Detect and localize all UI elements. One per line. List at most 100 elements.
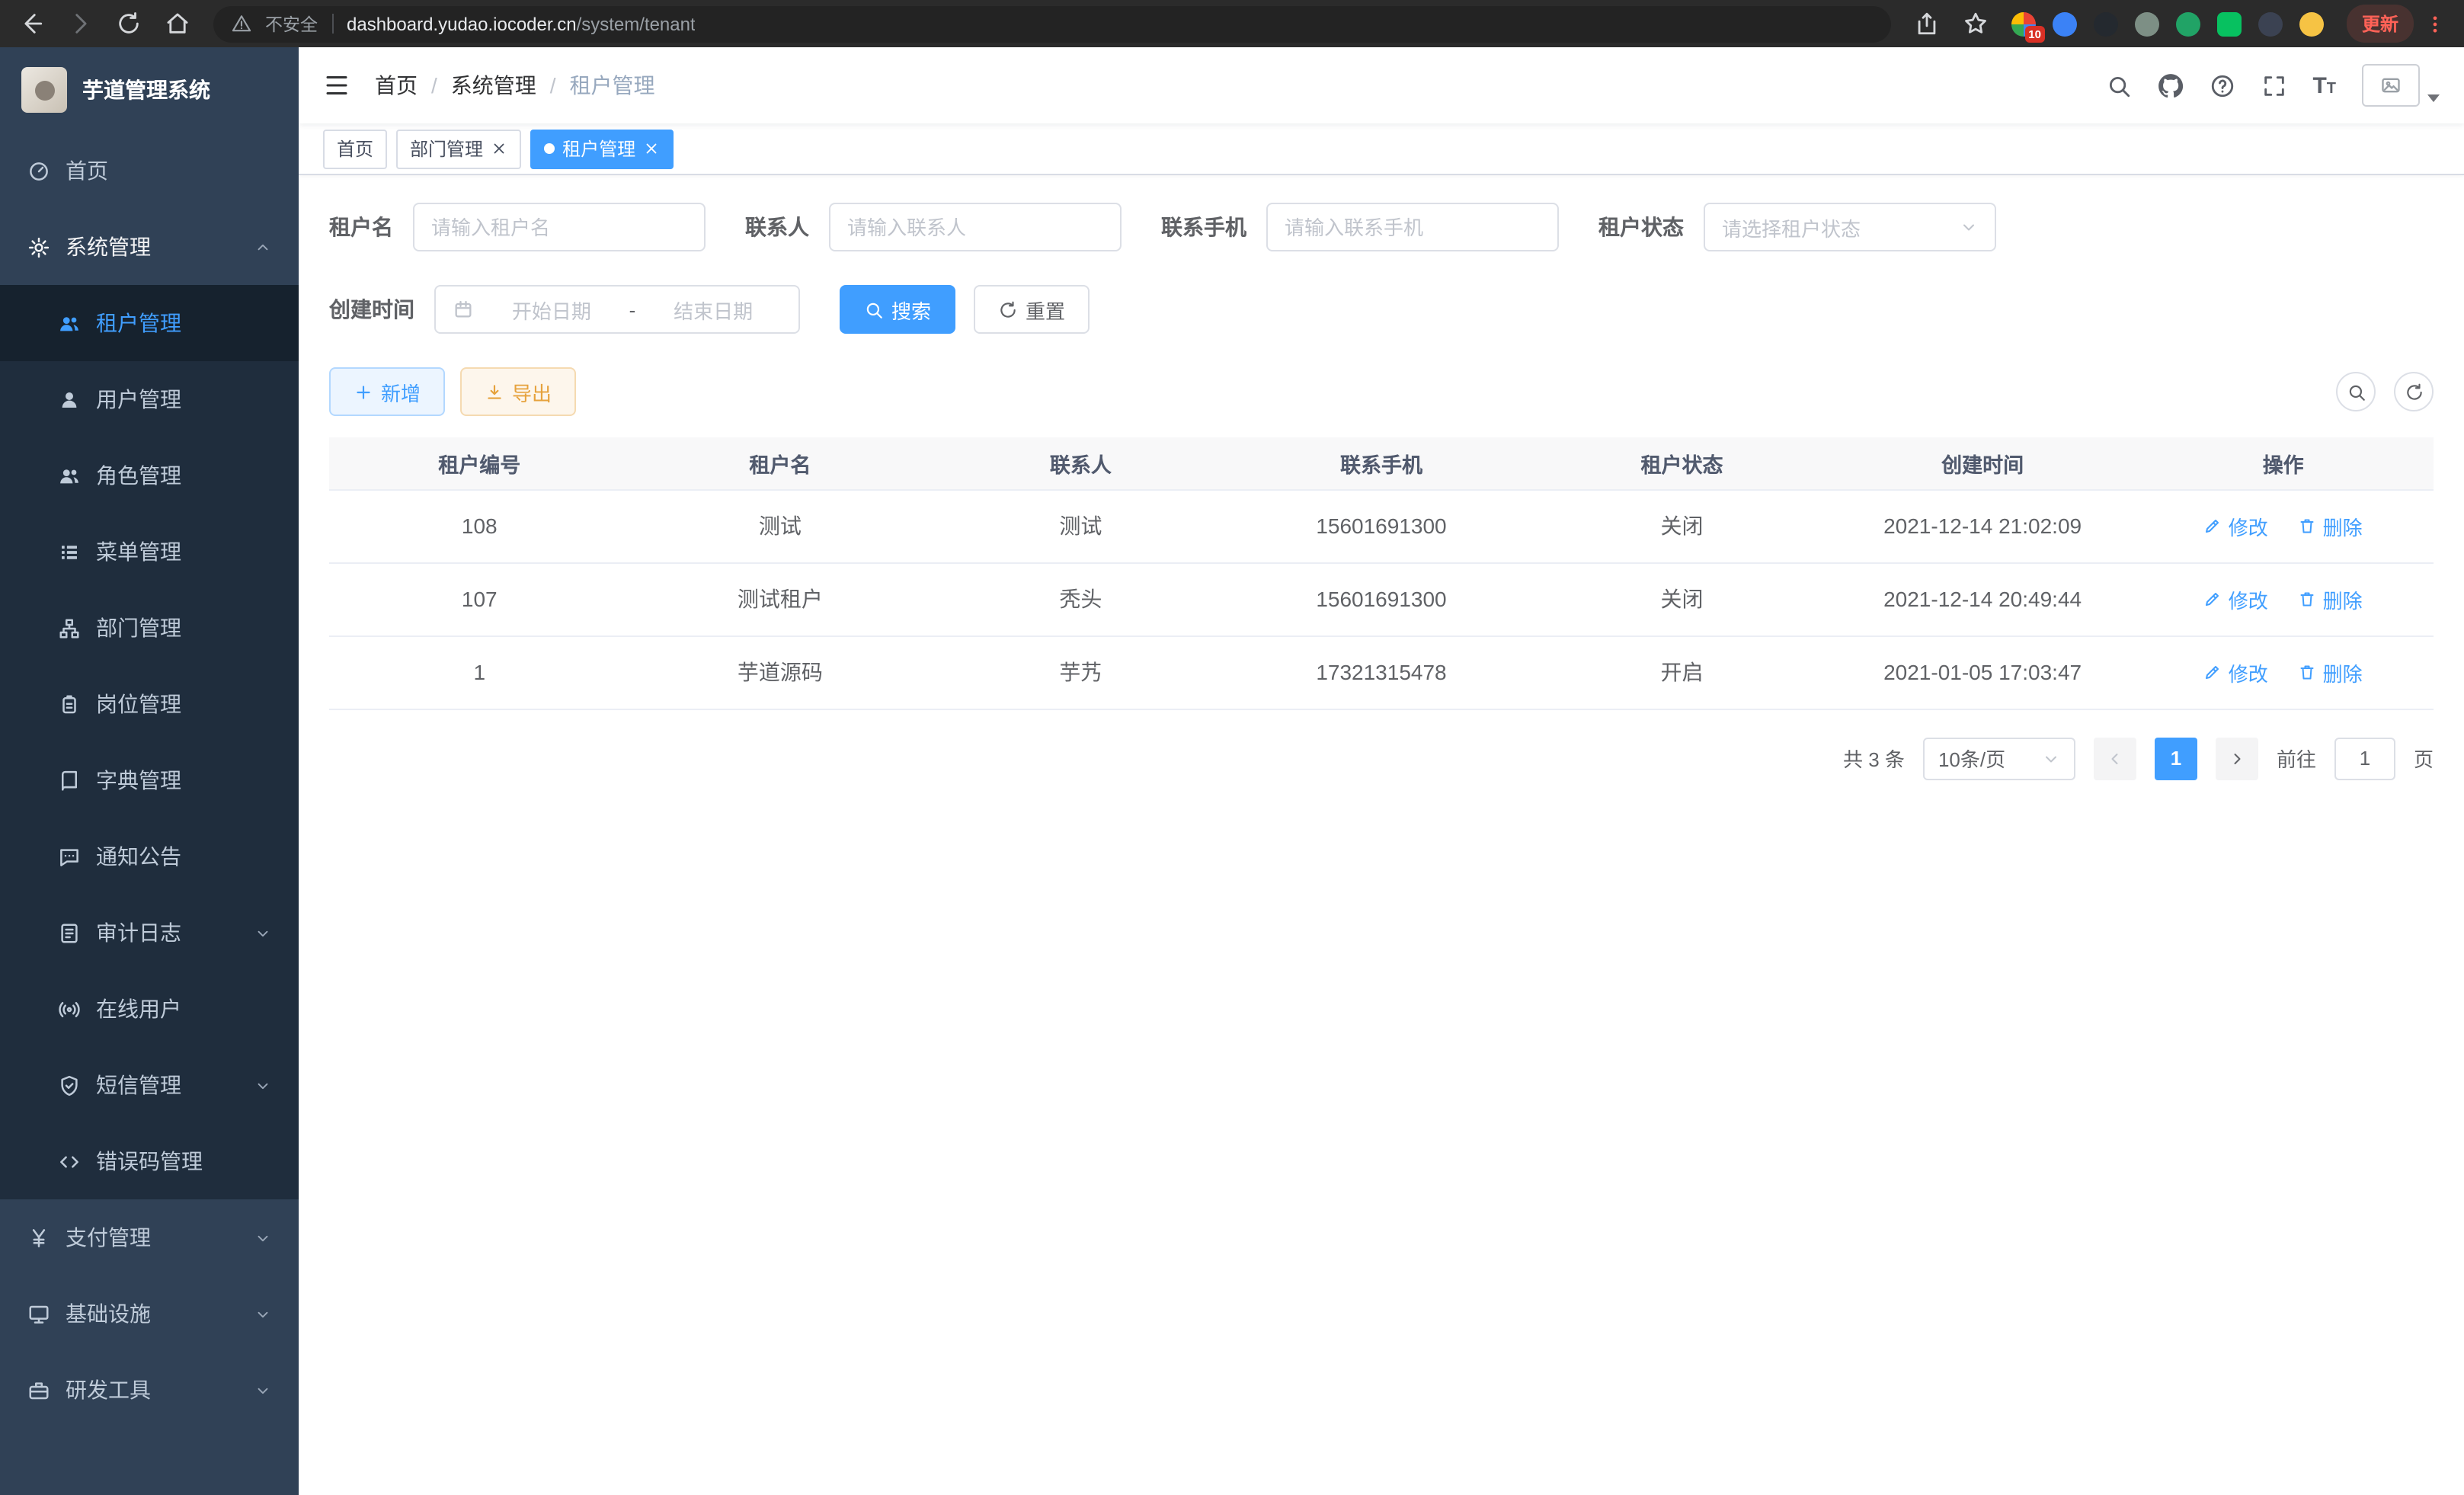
- sidebar-item-online-users[interactable]: 在线用户: [0, 971, 299, 1047]
- cell-status: 关闭: [1531, 562, 1832, 635]
- sidebar-item-tenant[interactable]: 租户管理: [0, 285, 299, 361]
- edit-link[interactable]: 修改: [2204, 658, 2268, 687]
- close-icon[interactable]: [643, 140, 660, 157]
- sidebar-item-devtools[interactable]: 研发工具: [0, 1352, 299, 1428]
- breadcrumb-item[interactable]: 首页: [375, 70, 418, 101]
- sidebar-item-payment[interactable]: 支付管理: [0, 1199, 299, 1276]
- extension-icon[interactable]: [2217, 11, 2242, 36]
- sidebar-item-role[interactable]: 角色管理: [0, 437, 299, 514]
- github-icon[interactable]: [2157, 72, 2183, 98]
- delete-label: 删除: [2323, 584, 2363, 613]
- delete-link[interactable]: 删除: [2299, 658, 2363, 687]
- bookmark-star-icon[interactable]: [1963, 11, 1989, 37]
- phone-input[interactable]: [1266, 203, 1559, 251]
- select-placeholder: 请选择租户状态: [1722, 213, 1861, 242]
- search-icon[interactable]: [2105, 72, 2131, 98]
- breadcrumb-item[interactable]: 系统管理: [451, 70, 536, 101]
- chevron-down-icon: [254, 924, 271, 941]
- sidebar-item-user[interactable]: 用户管理: [0, 361, 299, 437]
- browser-menu-dots-icon[interactable]: [2424, 13, 2446, 34]
- sidebar-item-post[interactable]: 岗位管理: [0, 666, 299, 742]
- page-size-select[interactable]: 10条/页: [1923, 737, 2075, 780]
- sidebar-item-label: 短信管理: [96, 1070, 181, 1100]
- refresh-table-button[interactable]: [2394, 372, 2434, 411]
- search-button[interactable]: 搜索: [840, 285, 955, 334]
- extension-icon[interactable]: 10: [2011, 11, 2036, 36]
- page-number-button[interactable]: 1: [2155, 737, 2197, 780]
- close-icon[interactable]: [491, 140, 507, 157]
- extension-icon[interactable]: [2135, 11, 2159, 36]
- breadcrumb-separator: /: [431, 73, 437, 98]
- sidebar-item-home[interactable]: 首页: [0, 133, 299, 209]
- contact-input[interactable]: [829, 203, 1122, 251]
- back-icon[interactable]: [18, 11, 44, 37]
- sidebar-item-error-code[interactable]: 错误码管理: [0, 1123, 299, 1199]
- tenant-name-input[interactable]: [413, 203, 706, 251]
- total-count: 共 3 条: [1843, 744, 1905, 773]
- tab-tenant[interactable]: 租户管理: [530, 129, 674, 168]
- delete-link[interactable]: 删除: [2299, 511, 2363, 540]
- pencil-icon: [2204, 663, 2222, 681]
- extension-icon[interactable]: [2094, 11, 2118, 36]
- address-bar[interactable]: 不安全 dashboard.yudao.iocoder.cn/system/te…: [213, 5, 1891, 42]
- chevron-down-icon: [254, 1229, 271, 1246]
- font-size-icon[interactable]: TT: [2312, 72, 2336, 98]
- update-button[interactable]: 更新: [2347, 5, 2414, 43]
- filter-contact: 联系人: [745, 203, 1122, 251]
- sidebar-item-menu[interactable]: 菜单管理: [0, 514, 299, 590]
- contact-label: 联系人: [745, 212, 809, 242]
- sidebar-item-audit-log[interactable]: 审计日志: [0, 895, 299, 971]
- sidebar-item-system[interactable]: 系统管理: [0, 209, 299, 285]
- table-toolbar: 新增 导出: [329, 367, 2434, 416]
- sidebar-item-notice[interactable]: 通知公告: [0, 818, 299, 895]
- sidebar-item-infra[interactable]: 基础设施: [0, 1276, 299, 1352]
- tab-home[interactable]: 首页: [323, 129, 387, 168]
- chevron-down-icon: [1960, 218, 1978, 236]
- user-icon: [58, 388, 81, 411]
- help-icon[interactable]: [2209, 72, 2235, 98]
- goto-page-input[interactable]: [2334, 737, 2395, 780]
- trash-icon: [2299, 663, 2317, 681]
- extension-icon[interactable]: [2176, 11, 2200, 36]
- share-icon[interactable]: [1914, 11, 1940, 37]
- filter-tenant-name: 租户名: [329, 203, 706, 251]
- edit-link[interactable]: 修改: [2204, 584, 2268, 613]
- sidebar-item-dict[interactable]: 字典管理: [0, 742, 299, 818]
- next-page-button[interactable]: [2216, 737, 2258, 780]
- delete-link[interactable]: 删除: [2299, 584, 2363, 613]
- home-icon[interactable]: [165, 11, 190, 37]
- browser-profile-avatar[interactable]: [2299, 11, 2324, 36]
- fullscreen-icon[interactable]: [2261, 72, 2286, 98]
- tenant-status-select[interactable]: 请选择租户状态: [1704, 203, 1996, 251]
- extension-icon[interactable]: [2053, 11, 2077, 36]
- tab-dept[interactable]: 部门管理: [396, 129, 521, 168]
- create-time-range-input[interactable]: 开始日期 - 结束日期: [434, 285, 800, 334]
- table-row: 108 测试 测试 15601691300 关闭 2021-12-14 21:0…: [329, 489, 2434, 562]
- browser-menu-area: 更新: [2347, 5, 2446, 43]
- prev-page-button[interactable]: [2094, 737, 2136, 780]
- sidebar-item-sms[interactable]: 短信管理: [0, 1047, 299, 1123]
- extensions-puzzle-icon[interactable]: [2258, 11, 2283, 36]
- sidebar-item-label: 角色管理: [96, 460, 181, 491]
- error-code-icon: [58, 1150, 81, 1173]
- page-size-value: 10条/页: [1938, 744, 2005, 773]
- sidebar-item-dept[interactable]: 部门管理: [0, 590, 299, 666]
- filter-create-time: 创建时间 开始日期 - 结束日期: [329, 285, 800, 334]
- user-avatar[interactable]: [2362, 64, 2440, 107]
- add-button[interactable]: 新增: [329, 367, 445, 416]
- edit-link[interactable]: 修改: [2204, 511, 2268, 540]
- system-submenu: 租户管理 用户管理 角色管理 菜单管理 部门管理: [0, 285, 299, 1199]
- reset-button[interactable]: 重置: [974, 285, 1090, 334]
- column-header: 操作: [2133, 437, 2434, 489]
- cell-actions: 修改 删除: [2133, 635, 2434, 709]
- reload-icon[interactable]: [116, 11, 142, 37]
- tab-label: 租户管理: [562, 136, 635, 162]
- forward-icon[interactable]: [67, 11, 93, 37]
- export-button[interactable]: 导出: [460, 367, 576, 416]
- sidebar-fold-icon[interactable]: [323, 72, 350, 99]
- toggle-search-button[interactable]: [2336, 372, 2376, 411]
- infra-monitor-icon: [27, 1302, 50, 1325]
- tab-label: 首页: [337, 136, 373, 162]
- cell-tenant-name: 测试租户: [630, 562, 931, 635]
- pencil-icon: [2204, 517, 2222, 535]
